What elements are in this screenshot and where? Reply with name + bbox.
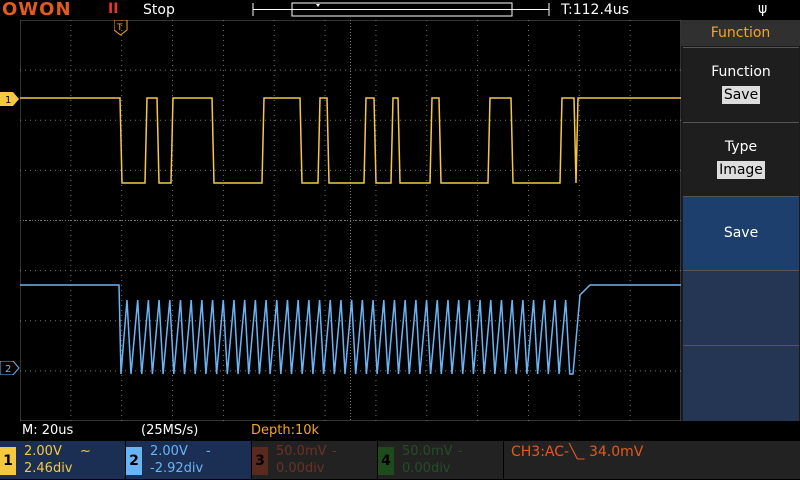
usb-icon: ψ — [758, 1, 768, 17]
trigger-position-marker[interactable]: T — [114, 20, 128, 36]
menu-item-label: Save — [723, 225, 759, 241]
svg-text:T: T — [116, 23, 123, 33]
menu-item-value: Image — [717, 161, 765, 179]
ch2-coupling: - — [206, 444, 211, 459]
depth-label[interactable]: Depth:10k — [251, 423, 319, 438]
sample-rate-label: (25MS/s) — [141, 423, 199, 438]
ch2-offset: -2.92div — [150, 461, 204, 476]
menu-item-label: Type — [724, 139, 758, 155]
ch3-volts: 50.0mV — [276, 444, 327, 459]
ch3-coupling: - — [332, 444, 337, 459]
menu-item-label: Function — [711, 64, 771, 80]
ch1-volts: 2.00V — [24, 444, 62, 459]
timebase-label[interactable]: M: 20us — [22, 423, 73, 438]
menu-item-value: Save — [721, 86, 761, 104]
svg-text:2: 2 — [5, 364, 11, 375]
channel-panel: 1 2.00V ~ 2.46div 2 2.00V - -2.92div 3 5… — [0, 440, 800, 480]
ch1-info[interactable]: 1 2.00V ~ 2.46div — [0, 441, 125, 479]
ch2-badge: 2 — [126, 447, 142, 475]
ch1-level-marker[interactable]: 1 — [0, 92, 20, 106]
trigger-info[interactable]: CH3:AC-╲_ 34.0mV — [504, 441, 800, 479]
acquisition-status: M: 20us (25MS/s) Depth:10k — [0, 421, 800, 440]
ch4-volts: 50.0mV — [402, 444, 453, 459]
memory-position-bar[interactable] — [252, 2, 550, 17]
menu-item-save[interactable]: Save — [683, 196, 799, 270]
menu-item-function[interactable]: Function Save — [683, 47, 799, 122]
ch2-info[interactable]: 2 2.00V - -2.92div — [126, 441, 251, 479]
trigger-time: T:112.4us — [561, 2, 629, 18]
menu-item-empty-5[interactable] — [683, 345, 799, 422]
ch4-info[interactable]: 4 50.0mV - 0.00div — [378, 441, 503, 479]
run-stop-indicator[interactable]: II — [108, 1, 118, 17]
ch4-offset: 0.00div — [402, 461, 451, 476]
ch3-info[interactable]: 3 50.0mV - 0.00div — [252, 441, 377, 479]
ch3-offset: 0.00div — [276, 461, 325, 476]
menu-item-empty-4[interactable] — [683, 270, 799, 345]
ch1-badge: 1 — [0, 447, 16, 475]
menu-title: Function — [681, 20, 800, 46]
ch2-volts: 2.00V — [150, 444, 188, 459]
ch1-coupling: ~ — [80, 444, 91, 459]
top-bar: OWON II Stop T:112.4us ψ — [0, 0, 800, 20]
ch3-badge: 3 — [252, 447, 268, 475]
menu-item-type[interactable]: Type Image — [683, 122, 799, 196]
side-menu: Function Function Save Type Image Save — [681, 20, 800, 422]
run-status: Stop — [143, 2, 175, 18]
ch2-level-marker[interactable]: 2 — [0, 361, 20, 375]
trigger-status: CH3:AC-╲_ 34.0mV — [511, 444, 644, 460]
ch1-offset: 2.46div — [24, 461, 73, 476]
brand-logo: OWON — [2, 0, 72, 20]
ch4-coupling: - — [458, 444, 463, 459]
ch4-badge: 4 — [378, 447, 394, 475]
waveform-display[interactable] — [20, 20, 681, 421]
svg-text:1: 1 — [5, 95, 11, 106]
